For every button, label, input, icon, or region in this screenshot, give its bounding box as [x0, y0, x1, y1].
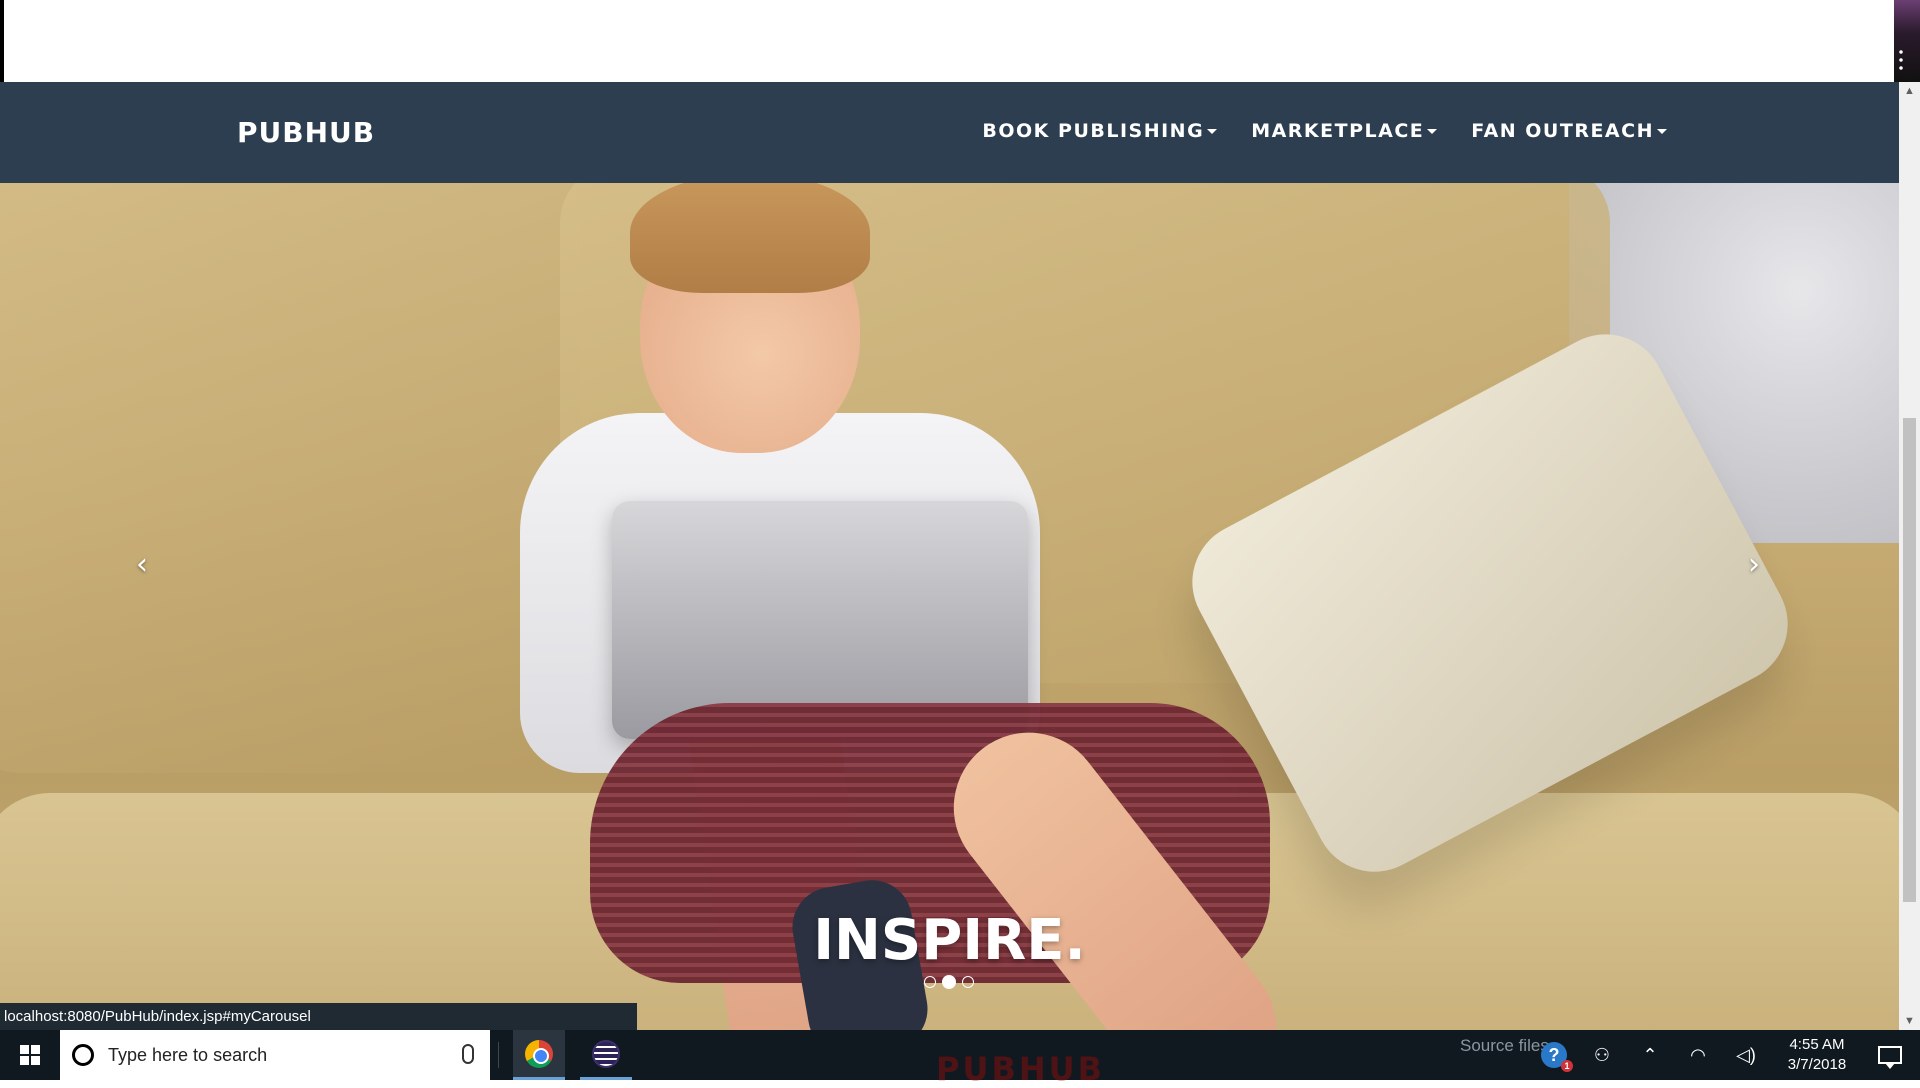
carousel-prev-icon[interactable]: ‹	[136, 550, 148, 580]
nav-item-label: MARKETPLACE	[1251, 120, 1425, 142]
search-placeholder: Type here to search	[108, 1044, 268, 1065]
nav-book-publishing[interactable]: BOOK PUBLISHING	[982, 120, 1218, 142]
volume-icon[interactable]: ◁)	[1731, 1040, 1761, 1070]
taskbar-separator	[498, 1042, 499, 1068]
background-ghost-text: PUBHUB	[936, 1050, 1105, 1088]
system-tray: Source files ? ⚇ ⌃ ◠ ◁) 4:55 AM 3/7/2018	[1460, 1030, 1920, 1080]
carousel-indicator[interactable]	[924, 976, 936, 988]
brand-logo[interactable]: PUBHUB	[237, 116, 375, 149]
taskbar-eclipse[interactable]	[580, 1030, 632, 1080]
chrome-icon	[525, 1039, 553, 1068]
scroll-thumb[interactable]	[1903, 418, 1916, 902]
carousel-indicator-active[interactable]	[942, 975, 956, 989]
people-icon[interactable]: ⚇	[1587, 1040, 1617, 1070]
taskbar-chrome[interactable]	[513, 1030, 565, 1080]
navbar: PUBHUB BOOK PUBLISHING MARKETPLACE FAN O…	[0, 82, 1899, 183]
carousel-next-icon[interactable]: ›	[1748, 550, 1760, 580]
taskbar-search-box[interactable]: Type here to search	[60, 1030, 490, 1080]
help-icon: ?	[1541, 1042, 1573, 1072]
windows-logo-icon	[20, 1045, 40, 1065]
caret-down-icon	[1207, 128, 1218, 134]
hero-carousel	[0, 183, 1899, 1030]
eclipse-icon	[592, 1039, 620, 1068]
clock-date: 3/7/2018	[1787, 1056, 1847, 1073]
start-button[interactable]	[0, 1030, 60, 1080]
carousel-indicators	[924, 975, 974, 989]
grip-handle[interactable]	[1898, 48, 1904, 72]
browser-frame	[0, 0, 1920, 82]
hero-image-cushion	[0, 183, 580, 773]
carousel-indicator[interactable]	[962, 976, 974, 988]
caret-down-icon	[1657, 128, 1667, 134]
nav-fan-outreach[interactable]: FAN OUTREACH	[1471, 120, 1667, 142]
cortana-icon	[72, 1044, 94, 1066]
scroll-up-arrow-icon[interactable]: ▲	[1899, 82, 1920, 100]
nav-menu: BOOK PUBLISHING MARKETPLACE FAN OUTREACH	[982, 120, 1667, 142]
caret-down-icon	[1427, 128, 1438, 134]
clock-time: 4:55 AM	[1789, 1036, 1845, 1053]
nav-marketplace[interactable]: MARKETPLACE	[1251, 120, 1438, 142]
page-scrollbar[interactable]: ▲ ▼	[1899, 82, 1920, 1030]
show-hidden-icons-icon[interactable]: ⌃	[1635, 1040, 1665, 1070]
microphone-icon[interactable]	[462, 1044, 474, 1064]
scroll-down-arrow-icon[interactable]: ▼	[1899, 1012, 1920, 1030]
hero-image-boy-hair	[630, 183, 870, 293]
action-center-icon[interactable]	[1878, 1046, 1902, 1069]
nav-item-label: FAN OUTREACH	[1471, 120, 1654, 142]
network-icon[interactable]: ◠	[1683, 1040, 1713, 1070]
carousel-caption: INSPIRE.	[813, 908, 1086, 973]
windows-taskbar: PUBHUB Type here to search Source files …	[0, 1030, 1920, 1088]
taskbar-clock[interactable]: 4:55 AM 3/7/2018	[1774, 1035, 1860, 1075]
nav-item-label: BOOK PUBLISHING	[982, 120, 1205, 142]
page-top-blank	[4, 0, 1894, 82]
link-status-bar: localhost:8080/PubHub/index.jsp#myCarous…	[0, 1003, 637, 1030]
